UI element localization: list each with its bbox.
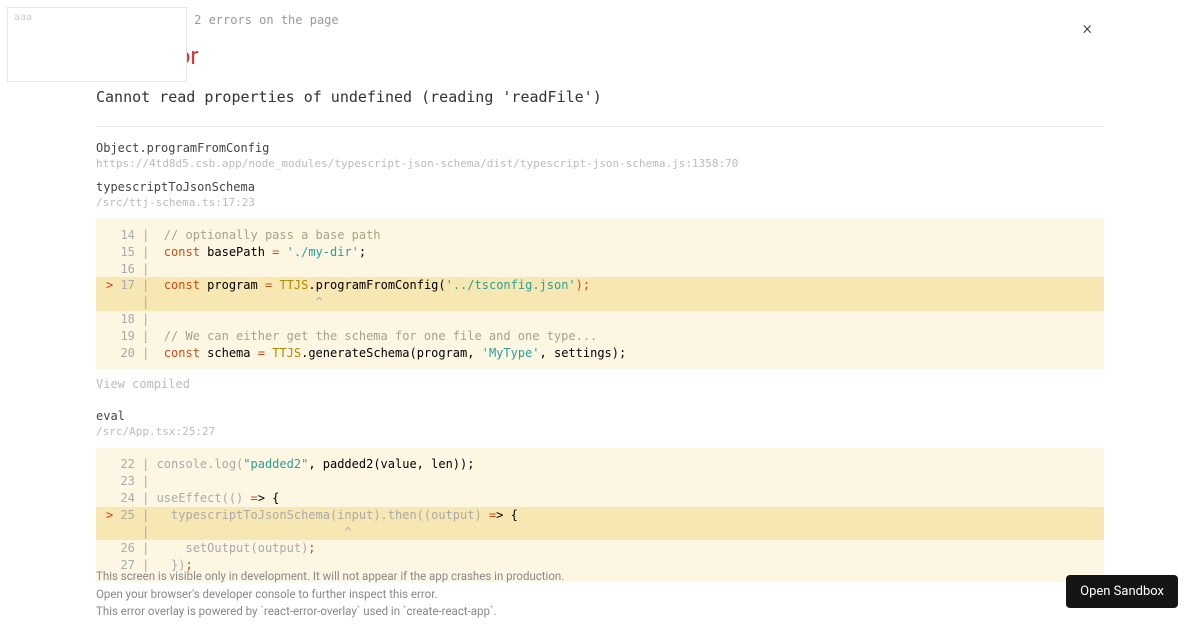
frame-location: https://4td8d5.csb.app/node_modules/type…	[96, 157, 1200, 170]
frame-function: eval	[96, 409, 1200, 423]
divider	[96, 126, 1104, 127]
view-compiled-link[interactable]: View compiled	[96, 377, 1200, 391]
frame-location: /src/App.tsx:25:27	[96, 425, 1200, 438]
error-nav: ← → 1 of 2 errors on the page	[96, 10, 1200, 30]
stack-frame: Object.programFromConfig https://4td8d5.…	[96, 141, 1200, 170]
code-snippet: 14 | // optionally pass a base path 15 |…	[96, 219, 1104, 369]
open-sandbox-button[interactable]: Open Sandbox	[1066, 575, 1178, 608]
stack-frame: eval /src/App.tsx:25:27	[96, 409, 1200, 438]
code-snippet: 22 | console.log("padded2", padded2(valu…	[96, 448, 1104, 582]
stack-frame: typescriptToJsonSchema /src/ttj-schema.t…	[96, 180, 1200, 209]
frame-function: Object.programFromConfig	[96, 141, 1200, 155]
frame-function: typescriptToJsonSchema	[96, 180, 1200, 194]
footer-line: Open your browser's developer console to…	[96, 586, 564, 603]
close-icon[interactable]: ×	[1083, 18, 1092, 39]
background-app-snippet: aaa	[7, 7, 187, 82]
error-overlay: × ← → 1 of 2 errors on the page TypeErro…	[0, 0, 1200, 630]
footer-line: This screen is visible only in developme…	[96, 568, 564, 585]
frame-location: /src/ttj-schema.ts:17:23	[96, 196, 1200, 209]
error-message: Cannot read properties of undefined (rea…	[96, 88, 1200, 106]
footer-line: This error overlay is powered by `react-…	[96, 603, 564, 620]
error-type: TypeError	[96, 42, 1200, 70]
overlay-footer: This screen is visible only in developme…	[96, 568, 564, 620]
